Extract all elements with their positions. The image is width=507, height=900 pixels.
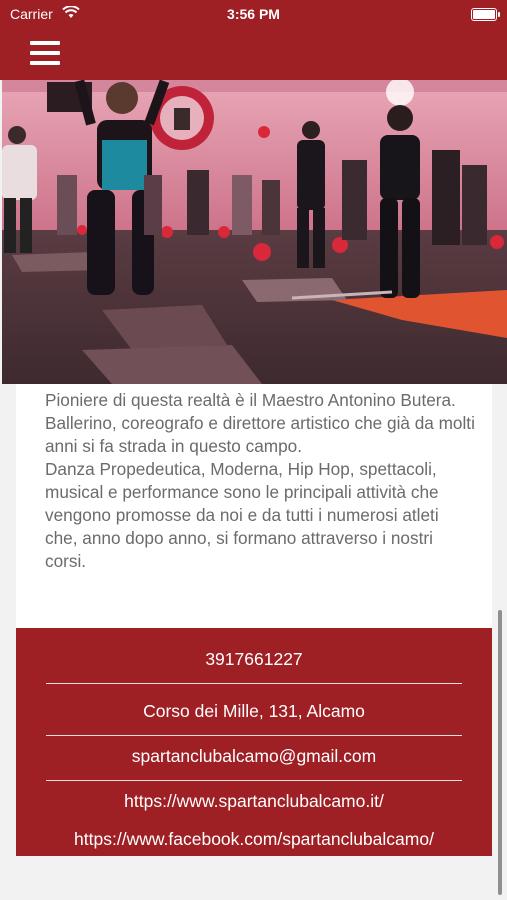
- clock: 3:56 PM: [227, 6, 280, 22]
- phone-link[interactable]: 3917661227: [16, 648, 492, 670]
- scrollbar[interactable]: [498, 610, 502, 895]
- status-bar: Carrier 3:56 PM: [0, 0, 507, 30]
- facebook-link[interactable]: https://www.facebook.com/spartanclubalca…: [16, 828, 492, 850]
- nav-bar: [0, 30, 507, 80]
- contact-panel: 3917661227 Corso dei Mille, 131, Alcamo …: [16, 628, 492, 856]
- battery-icon: [471, 8, 500, 21]
- email-link[interactable]: spartanclubalcamo@gmail.com: [16, 745, 492, 767]
- divider: [46, 780, 462, 781]
- address-link[interactable]: Corso dei Mille, 131, Alcamo: [16, 700, 492, 722]
- about-description: Pioniere di questa realtà è il Maestro A…: [45, 390, 475, 571]
- about-card: Pioniere di questa realtà è il Maestro A…: [2, 80, 507, 628]
- divider: [46, 683, 462, 684]
- hamburger-menu-icon[interactable]: [30, 40, 60, 66]
- website-link[interactable]: https://www.spartanclubalcamo.it/: [16, 790, 492, 812]
- gym-class-photo: [2, 80, 507, 384]
- divider: [46, 735, 462, 736]
